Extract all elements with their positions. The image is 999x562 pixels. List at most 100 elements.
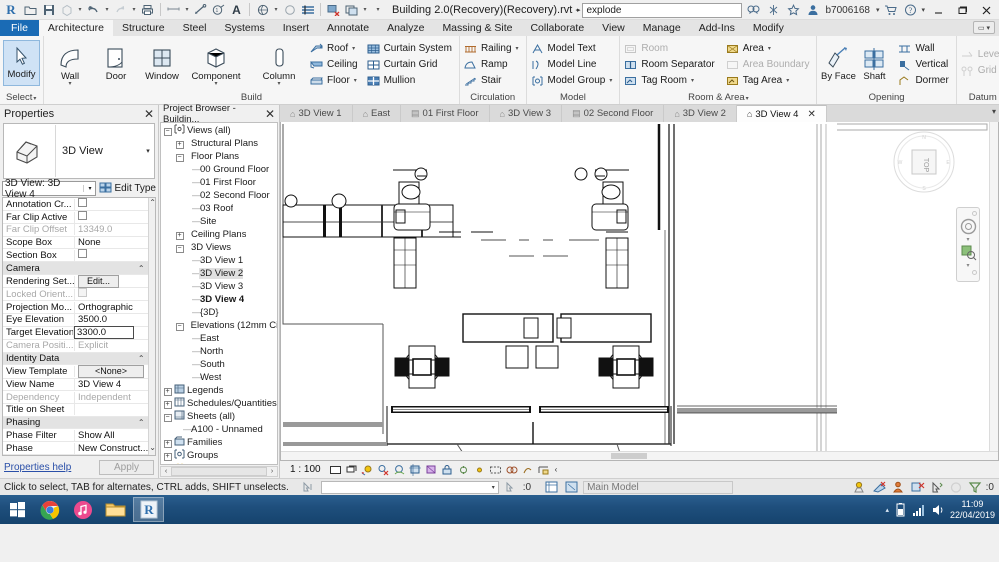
qat-customize-caret[interactable]: ▾: [374, 6, 382, 13]
tag-icon[interactable]: 1: [210, 1, 227, 18]
ribbon-tab-annotate[interactable]: Annotate: [318, 20, 378, 36]
edit-type-button[interactable]: Edit Type: [96, 181, 156, 196]
vertical-opening-button[interactable]: Vertical: [897, 57, 952, 72]
expander-plus-icon[interactable]: +: [162, 386, 173, 396]
ribbon-tab-steel[interactable]: Steel: [174, 20, 216, 36]
property-row-phase-filter[interactable]: Phase Filter Show All: [3, 429, 149, 443]
undo-dropdown-caret[interactable]: ▾: [103, 6, 111, 13]
tag-area-dropdown-caret[interactable]: ▾: [786, 77, 789, 84]
restore-button[interactable]: [951, 1, 973, 19]
property-row-eye-elevation[interactable]: Eye Elevation 3500.0: [3, 314, 149, 327]
grid-button[interactable]: Grid: [960, 63, 999, 78]
properties-scrollbar[interactable]: ⌃ ⌄: [148, 198, 155, 455]
column-dropdown-caret[interactable]: ▾: [277, 81, 280, 87]
area-button[interactable]: Area ▾: [725, 41, 814, 56]
target-elevation-input[interactable]: 3300.0: [74, 326, 134, 340]
infocenter-caret[interactable]: ▸: [577, 6, 581, 14]
active-design-option-icon[interactable]: [929, 480, 945, 494]
scroll-thumb[interactable]: [171, 467, 267, 476]
window-button[interactable]: Window: [139, 39, 185, 82]
scroll-up-icon[interactable]: ⌃: [149, 198, 155, 210]
tree-node-3d-views[interactable]: − 3D Views: [161, 241, 277, 254]
property-row-projection-mode[interactable]: Projection Mo... Orthographic: [3, 301, 149, 315]
dormer-opening-button[interactable]: Dormer: [897, 73, 952, 88]
property-value[interactable]: 3300.0: [74, 326, 148, 340]
property-value[interactable]: Orthographic: [75, 302, 148, 313]
aligned-dimension-icon[interactable]: [192, 1, 209, 18]
search-input[interactable]: explode: [582, 2, 743, 18]
ramp-button[interactable]: Ramp: [463, 57, 523, 72]
ceiling-button[interactable]: Ceiling: [309, 57, 362, 72]
ribbon-tab-insert[interactable]: Insert: [274, 20, 318, 36]
taskbar-app-revit[interactable]: R: [133, 497, 164, 522]
apply-button[interactable]: Apply: [98, 459, 154, 475]
detail-level-coarse-icon[interactable]: [329, 463, 343, 477]
ribbon-tab-modify[interactable]: Modify: [744, 20, 793, 36]
component-dropdown-caret[interactable]: ▾: [214, 81, 217, 87]
chevron-down-icon[interactable]: ▾: [142, 147, 154, 155]
property-value[interactable]: [75, 198, 148, 210]
property-row-rendering-settings[interactable]: Rendering Set... Edit...: [3, 274, 149, 289]
help-dropdown-caret[interactable]: ▾: [921, 6, 925, 14]
view-control-bar-more[interactable]: ‹: [555, 465, 558, 474]
ribbon-tab-collaborate[interactable]: Collaborate: [521, 20, 593, 36]
text-icon[interactable]: A: [228, 1, 245, 18]
expander-minus-icon[interactable]: −: [162, 126, 173, 136]
shopping-cart-icon[interactable]: [881, 1, 899, 19]
model-text-button[interactable]: Model Text: [530, 41, 617, 56]
tree-node-floor-plans[interactable]: − Floor Plans: [161, 150, 277, 163]
hide-analytical-model-icon[interactable]: [505, 463, 519, 477]
tree-node-3d-view-1[interactable]: — 3D View 1: [161, 254, 277, 267]
open-icon[interactable]: [22, 1, 39, 18]
autodesk-app-store-icon[interactable]: [764, 1, 782, 19]
property-row-phase[interactable]: Phase New Construct...: [3, 442, 149, 455]
worksets-icon[interactable]: [543, 480, 559, 494]
property-value[interactable]: 3500.0: [75, 314, 148, 325]
tree-node-3d-view-4[interactable]: — 3D View 4: [161, 293, 277, 306]
by-face-button[interactable]: By Face: [820, 39, 856, 81]
default-3d-view-dropdown-caret[interactable]: ▾: [272, 6, 280, 13]
close-hidden-windows-icon[interactable]: [325, 1, 342, 18]
tree-node-3d-default[interactable]: — {3D}: [161, 306, 277, 319]
level-button[interactable]: Level: [960, 47, 999, 62]
save-icon[interactable]: [40, 1, 57, 18]
floor-dropdown-caret[interactable]: ▾: [354, 77, 357, 84]
property-value[interactable]: <None>: [75, 365, 148, 378]
property-value[interactable]: Edit...: [75, 274, 148, 288]
ribbon-minimize-button[interactable]: ▭ ▾: [973, 21, 995, 34]
property-row-view-name[interactable]: View Name 3D View 4: [3, 378, 149, 392]
property-value[interactable]: [75, 211, 148, 223]
component-button[interactable]: Component ▾: [185, 39, 247, 87]
type-selector[interactable]: 3D View: 3D View 4 ▾: [2, 178, 97, 200]
checkbox[interactable]: [78, 249, 87, 259]
navigation-bar[interactable]: ▾ ▾: [956, 207, 980, 282]
switch-windows-dropdown-caret[interactable]: ▾: [361, 6, 369, 13]
measure-dropdown-caret[interactable]: ▾: [183, 6, 191, 13]
mullion-button[interactable]: Mullion: [366, 73, 456, 88]
search-icon[interactable]: [744, 1, 762, 19]
area-dropdown-caret[interactable]: ▾: [768, 45, 771, 52]
show-crop-region-icon[interactable]: [425, 463, 439, 477]
property-value[interactable]: None: [75, 237, 148, 248]
measure-icon[interactable]: [165, 1, 182, 18]
chevron-down-icon[interactable]: ▾: [492, 484, 498, 491]
curtain-system-button[interactable]: Curtain System: [366, 41, 456, 56]
save-as-icon[interactable]: [58, 1, 75, 18]
drawing-canvas[interactable]: TOP N W E S ▾ ▾: [280, 122, 999, 461]
sync-with-central-icon[interactable]: [872, 480, 888, 494]
property-value[interactable]: 3D View 4: [75, 379, 148, 390]
undo-icon[interactable]: [85, 1, 102, 18]
canvas-vertical-scrollbar[interactable]: [989, 122, 998, 460]
canvas-horizontal-scrollbar[interactable]: [281, 451, 998, 460]
view-tab-3d-view-3[interactable]: ⌂ 3D View 3: [490, 105, 563, 122]
visual-style-icon[interactable]: [345, 463, 359, 477]
ribbon-tab-manage[interactable]: Manage: [634, 20, 690, 36]
tree-node-00-ground-floor[interactable]: — 00 Ground Floor: [161, 163, 277, 176]
ribbon-tab-structure[interactable]: Structure: [113, 20, 174, 36]
property-row-far-clip-active[interactable]: Far Clip Active: [3, 211, 149, 224]
wall-opening-button[interactable]: Wall: [897, 41, 952, 56]
tree-node-structural-plans[interactable]: + Structural Plans: [161, 137, 277, 150]
lock-3d-view-icon[interactable]: [441, 463, 455, 477]
property-row-annotation-crop[interactable]: Annotation Cr...: [3, 198, 149, 211]
redo-dropdown-caret[interactable]: ▾: [130, 6, 138, 13]
